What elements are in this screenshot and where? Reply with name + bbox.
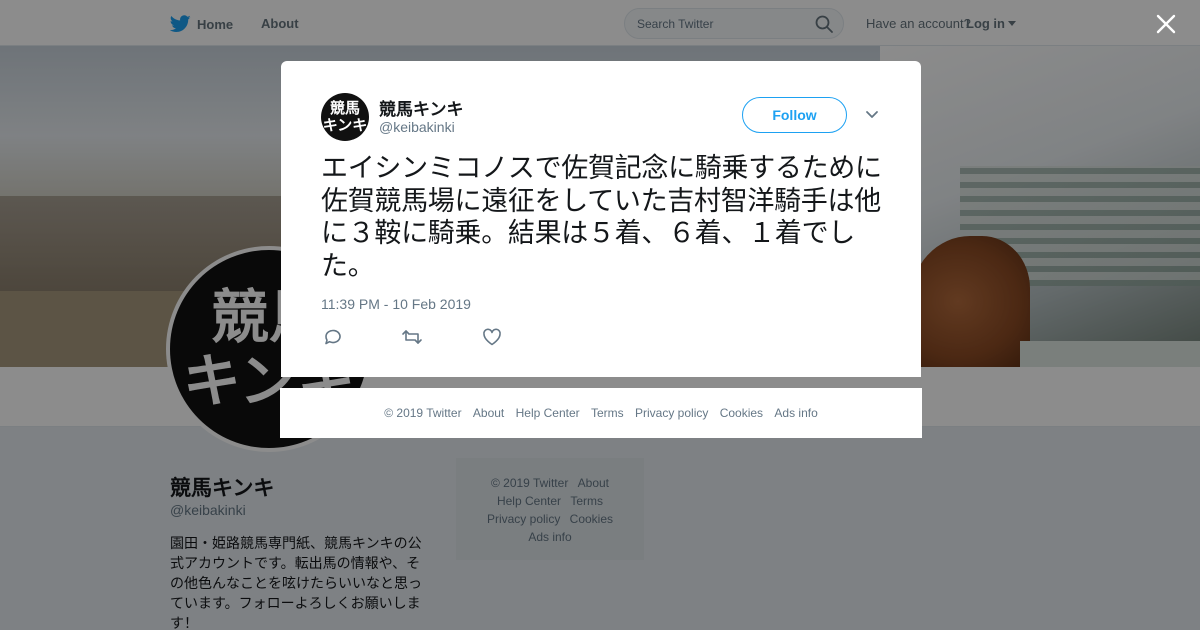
- tweet-author-name[interactable]: 競馬キンキ: [379, 95, 464, 120]
- reply-icon: [325, 329, 341, 345]
- tweet-timestamp[interactable]: 11:39 PM - 10 Feb 2019: [321, 296, 471, 312]
- follow-button[interactable]: Follow: [742, 97, 847, 133]
- tweet-avatar-line2: キンキ: [322, 116, 368, 134]
- modal-footer-terms[interactable]: Terms: [591, 406, 624, 420]
- tweet-avatar-line1: 競馬: [329, 99, 360, 117]
- retweet-button[interactable]: [401, 327, 423, 347]
- modal-footer-copyright: © 2019 Twitter: [384, 406, 462, 420]
- reply-button[interactable]: [322, 327, 344, 347]
- modal-footer-ads[interactable]: Ads info: [774, 406, 817, 420]
- modal-footer-privacy[interactable]: Privacy policy: [635, 406, 708, 420]
- retweet-icon: [402, 330, 422, 344]
- heart-icon: [483, 328, 501, 346]
- modal-footer-about[interactable]: About: [473, 406, 504, 420]
- modal-footer-help[interactable]: Help Center: [516, 406, 580, 420]
- like-button[interactable]: [481, 327, 503, 347]
- close-icon[interactable]: [1154, 12, 1178, 36]
- modal-footer-cookies[interactable]: Cookies: [720, 406, 763, 420]
- tweet-author-avatar[interactable]: 競馬 キンキ: [321, 93, 369, 141]
- chevron-down-icon[interactable]: [865, 109, 879, 121]
- tweet-text: エイシンミコノスで佐賀記念に騎乗するために佐賀競馬場に遠征をしていた吉村智洋騎手…: [321, 153, 882, 282]
- tweet-author-handle[interactable]: @keibakinki: [379, 119, 455, 135]
- modal-footer: © 2019 Twitter About Help Center Terms P…: [280, 388, 922, 438]
- tweet-modal: 競馬 キンキ 競馬キンキ @keibakinki Follow エイシンミコノス…: [281, 61, 921, 377]
